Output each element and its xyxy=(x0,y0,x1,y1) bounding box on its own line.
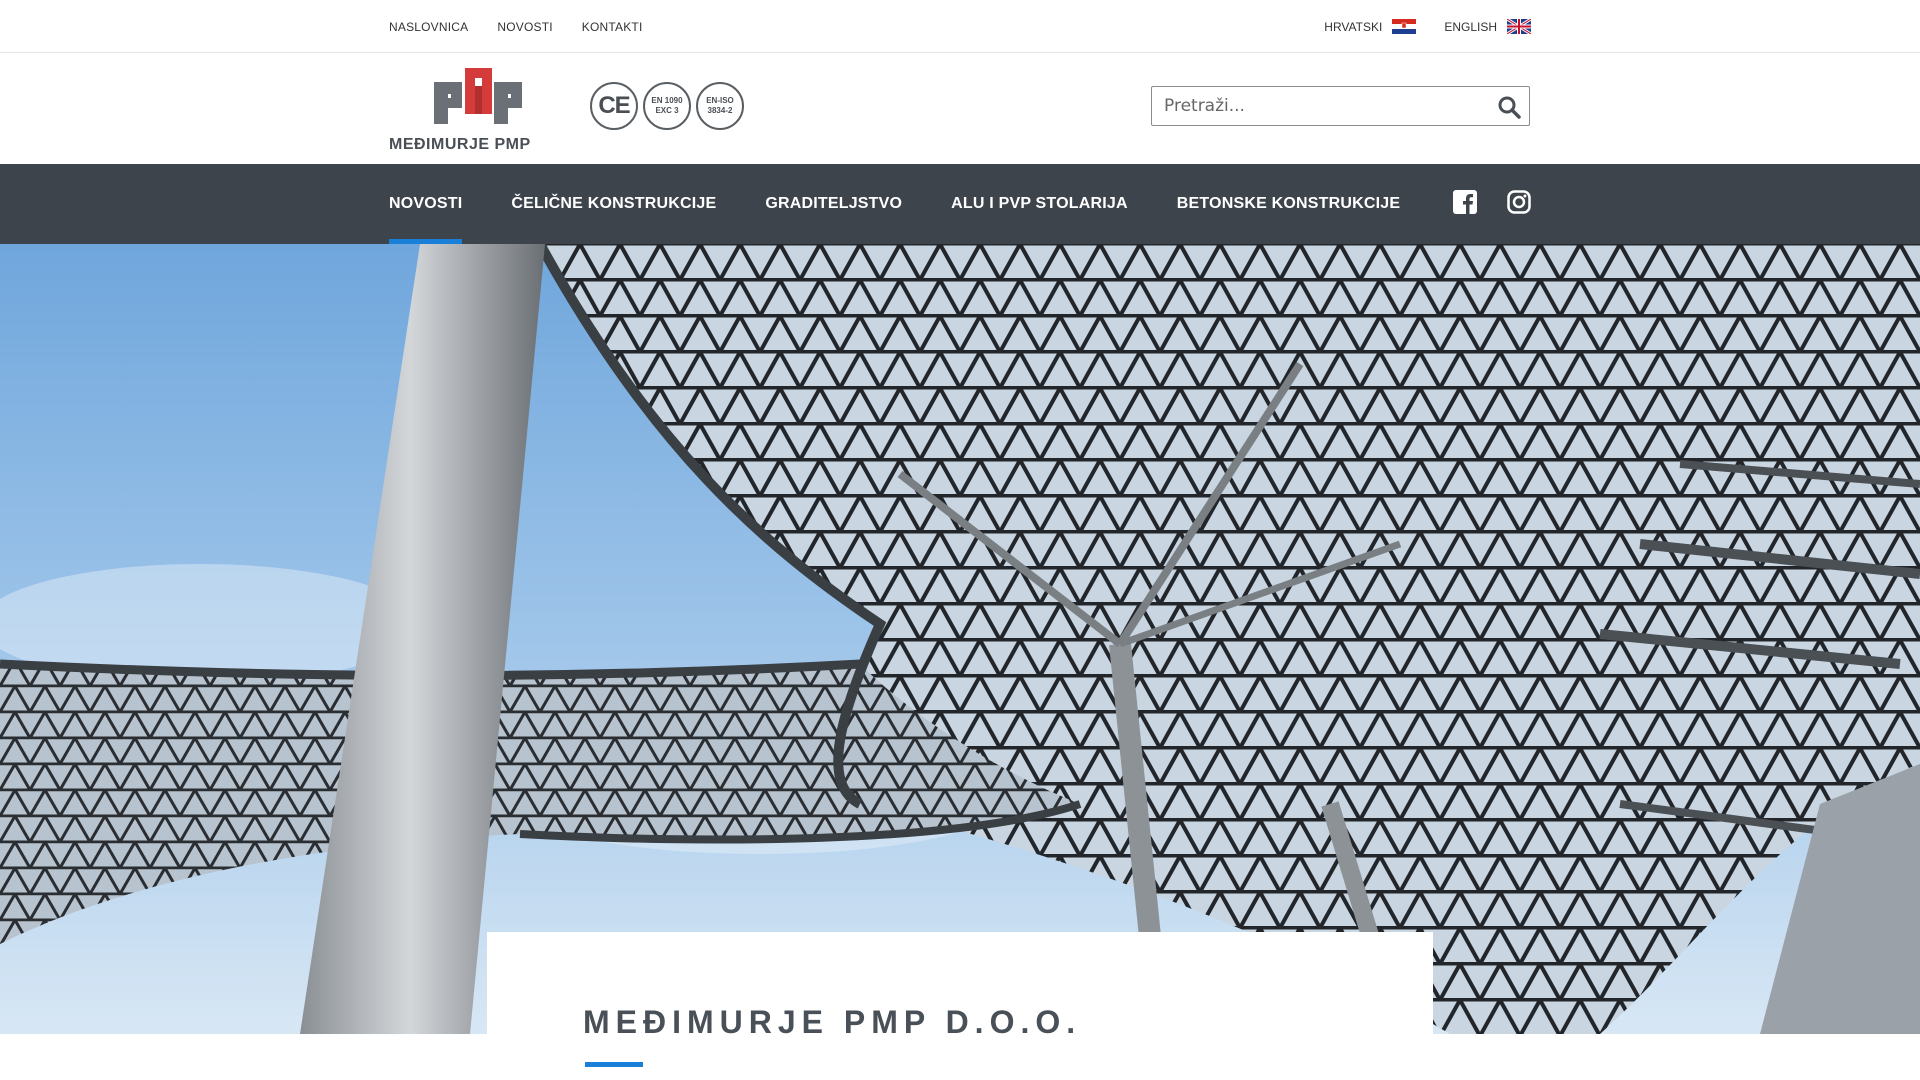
nav-item-novosti[interactable]: NOVOSTI xyxy=(389,164,463,244)
cert-label: EN 1090 xyxy=(651,96,683,105)
header: MEĐIMURJE PMP CE EN 1090 EXC 3 EN-ISO 38… xyxy=(0,54,1920,164)
uk-flag-icon xyxy=(1507,19,1531,34)
language-english[interactable]: ENGLISH xyxy=(1444,19,1531,34)
language-label: HRVATSKI xyxy=(1324,19,1383,34)
facebook-icon[interactable] xyxy=(1453,190,1477,214)
cert-sublabel: 3834-2 xyxy=(707,106,733,115)
ce-certification-badge: CE xyxy=(590,82,638,130)
cert-label: CE xyxy=(598,92,630,119)
top-nav: NASLOVNICA NOVOSTI KONTAKTI xyxy=(389,20,642,34)
steel-canopy-illustration xyxy=(0,244,1920,1034)
company-logo[interactable]: MEĐIMURJE PMP xyxy=(389,64,563,153)
logo-text: MEĐIMURJE PMP xyxy=(389,136,531,153)
certifications: CE EN 1090 EXC 3 EN-ISO 3834-2 xyxy=(590,82,744,130)
instagram-icon[interactable] xyxy=(1507,190,1531,214)
en1090-certification-badge: EN 1090 EXC 3 xyxy=(643,82,691,130)
cert-label: EN-ISO xyxy=(706,96,734,105)
language-switcher: HRVATSKI ENGLISH xyxy=(1324,19,1531,34)
pmp-logo-mark xyxy=(434,68,522,124)
top-bar: NASLOVNICA NOVOSTI KONTAKTI HRVATSKI ENG… xyxy=(0,0,1920,53)
nav-item-celicne-konstrukcije[interactable]: ČELIČNE KONSTRUKCIJE xyxy=(511,164,716,244)
company-title: MEĐIMURJE PMP D.O.O. xyxy=(583,1004,1082,1040)
nav-item-graditeljstvo[interactable]: GRADITELJSTVO xyxy=(765,164,902,244)
intro-card: MEĐIMURJE PMP D.O.O. xyxy=(487,932,1433,1080)
search-input[interactable] xyxy=(1152,87,1482,125)
search-box xyxy=(1151,86,1530,126)
main-nav: NOVOSTI ČELIČNE KONSTRUKCIJE GRADITELJST… xyxy=(0,164,1920,244)
language-label: ENGLISH xyxy=(1444,19,1497,34)
nav-item-betonske-konstrukcije[interactable]: BETONSKE KONSTRUKCIJE xyxy=(1177,164,1401,244)
language-hrvatski[interactable]: HRVATSKI xyxy=(1324,19,1417,34)
hero-image xyxy=(0,244,1920,1034)
social-links xyxy=(1453,190,1531,214)
cert-sublabel: EXC 3 xyxy=(655,106,679,115)
croatia-flag-icon xyxy=(1392,19,1417,34)
top-nav-novosti[interactable]: NOVOSTI xyxy=(497,20,552,34)
nav-item-alu-pvp-stolarija[interactable]: ALU I PVP STOLARIJA xyxy=(951,164,1128,244)
search-icon[interactable] xyxy=(1497,95,1521,119)
title-underline xyxy=(585,1062,643,1067)
main-nav-items: NOVOSTI ČELIČNE KONSTRUKCIJE GRADITELJST… xyxy=(389,164,1449,244)
top-nav-naslovnica[interactable]: NASLOVNICA xyxy=(389,20,468,34)
top-nav-kontakti[interactable]: KONTAKTI xyxy=(582,20,643,34)
eniso-certification-badge: EN-ISO 3834-2 xyxy=(696,82,744,130)
